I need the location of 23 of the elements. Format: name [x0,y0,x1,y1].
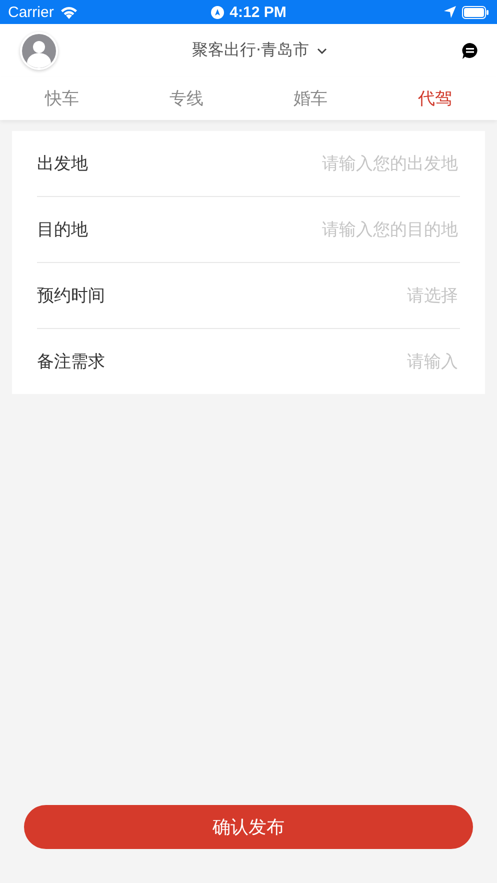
field-label: 备注需求 [37,351,105,373]
field-label: 预约时间 [37,285,105,307]
input-field[interactable]: 请输入 [105,350,460,372]
submit-button[interactable]: 确认发布 [24,805,473,849]
location-arrow-icon [444,6,456,18]
input-field[interactable]: 请输入您的目的地 [88,218,460,240]
city-title[interactable]: 聚客出行·青岛市 [192,40,310,61]
location-badge-icon [210,6,224,18]
field-label: 出发地 [37,153,88,175]
input-field[interactable]: 请选择 [105,284,460,306]
carrier-label: Carrier [8,4,54,20]
chevron-down-icon[interactable] [317,48,328,54]
input-field[interactable]: 请输入您的出发地 [88,152,460,174]
message-icon[interactable] [461,42,479,60]
tab[interactable]: 代驾 [372,77,497,120]
avatar-icon[interactable] [20,32,58,70]
battery-icon [462,6,490,18]
wifi-icon [60,6,78,18]
clock-time: 4:12 PM [230,4,286,20]
tab[interactable]: 快车 [0,77,124,120]
field-label: 目的地 [37,219,88,241]
tab[interactable]: 专线 [124,77,248,120]
tab[interactable]: 婚车 [248,77,373,120]
